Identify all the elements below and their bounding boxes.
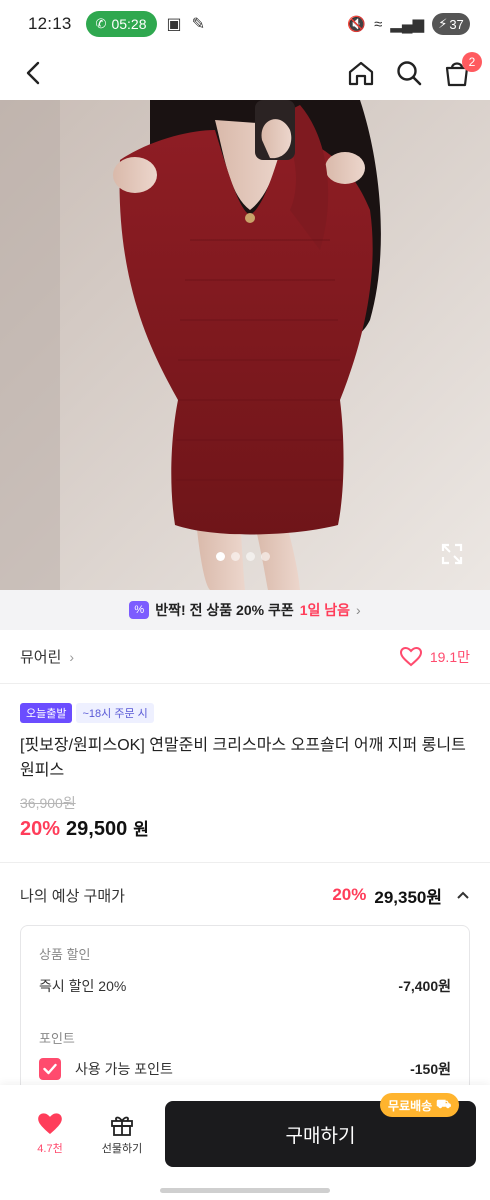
expected-price-value: 20% 29,350원 (332, 883, 470, 908)
bottom-action-bar: 4.7천 선물하기 구매하기 무료배송 ⛟ (0, 1085, 490, 1200)
heart-outline-icon (399, 646, 422, 666)
mute-icon: 🔇 (347, 16, 367, 33)
cart-count-badge: 2 (462, 52, 482, 72)
like-button[interactable]: 4.7천 (24, 1112, 76, 1156)
coupon-icon: % (129, 601, 150, 619)
instant-discount-label: 즉시 할인 20% (39, 978, 127, 994)
badge-order-cutoff: ~18시 주문 시 (76, 703, 154, 723)
carousel-dot[interactable] (261, 552, 270, 561)
chevron-right-icon: › (69, 648, 75, 665)
search-icon[interactable] (392, 56, 426, 90)
edit-icon: ✎ (191, 16, 206, 33)
home-icon[interactable] (344, 56, 378, 90)
check-icon (43, 1063, 57, 1075)
status-bar: 12:13 ✆ 05:28 ▣ ✎ 🔇 ≈ ▂▄▆ ⚡ 37 (0, 0, 490, 48)
carousel-dot[interactable] (246, 552, 255, 561)
section-points: 포인트 (39, 1031, 75, 1046)
product-title: [핏보장/원피스OK] 연말준비 크리스마스 오프숄더 어깨 지퍼 롱니트 원피… (20, 737, 466, 779)
coupon-remaining: 1일 남음 (299, 602, 351, 618)
heart-icon (38, 1113, 62, 1135)
price-breakdown-card: 상품 할인 즉시 할인 20% -7,400원 포인트 사용 가능 포인트 -1… (20, 925, 470, 1095)
phone-icon: ✆ (95, 16, 107, 31)
sale-price: 29,500 (66, 818, 128, 840)
badge-today-departure: 오늘출발 (20, 703, 73, 723)
carousel-dot[interactable] (231, 552, 240, 561)
truck-icon: ⛟ (436, 1097, 452, 1111)
bolt-icon: ⚡ (438, 16, 448, 31)
points-row: 사용 가능 포인트 -150원 (39, 1057, 451, 1081)
coupon-text: 반짝! 전 상품 20% 쿠폰 (155, 602, 294, 618)
currency-label: 원 (133, 820, 149, 839)
coupon-banner[interactable]: % 반짝! 전 상품 20% 쿠폰 1일 남음 › (0, 590, 490, 630)
chevron-right-icon: › (356, 602, 361, 618)
call-time: 05:28 (111, 16, 147, 32)
expand-icon[interactable] (440, 542, 464, 566)
price-row: 20% 29,500 원 (20, 815, 149, 841)
instant-discount-row: 즉시 할인 20% -7,400원 (39, 974, 451, 998)
expected-price-row[interactable]: 나의 예상 구매가 20% 29,350원 (20, 882, 470, 908)
call-indicator[interactable]: ✆ 05:28 (85, 11, 157, 37)
wifi-icon: ≈ (374, 15, 383, 33)
home-indicator[interactable] (160, 1188, 330, 1193)
delivery-badges: 오늘출발 ~18시 주문 시 (20, 703, 154, 723)
shop-row: 뮤어린 › 19.1만 (0, 630, 490, 684)
gift-icon (111, 1116, 133, 1136)
free-shipping-label: 무료배송 (388, 1098, 433, 1113)
back-icon[interactable] (18, 56, 52, 90)
battery-indicator: ⚡ 37 (432, 13, 470, 35)
chevron-up-icon[interactable] (456, 890, 470, 900)
product-image[interactable] (0, 100, 490, 590)
carousel-indicator (216, 552, 270, 561)
top-nav (0, 48, 490, 100)
like-count: 4.7천 (37, 1143, 63, 1155)
gift-button[interactable]: 선물하기 (92, 1112, 152, 1156)
screenshot-icon: ▣ (166, 16, 182, 33)
status-right: 🔇 ≈ ▂▄▆ ⚡ 37 (347, 13, 470, 35)
section-product-discount: 상품 할인 (39, 947, 91, 962)
signal-icon: ▂▄▆ (390, 16, 424, 33)
battery-level: 37 (449, 16, 464, 32)
expected-price: 29,350원 (374, 887, 442, 907)
expected-discount-percent: 20% (332, 885, 367, 904)
original-price: 36,900원 (20, 795, 76, 811)
product-photo (0, 100, 490, 590)
points-value: -150원 (410, 1061, 451, 1077)
gift-label: 선물하기 (101, 1143, 143, 1155)
status-time: 12:13 (28, 14, 72, 33)
shop-name[interactable]: 뮤어린 (20, 646, 61, 667)
instant-discount-value: -7,400원 (398, 978, 451, 994)
carousel-dot[interactable] (216, 552, 225, 561)
shop-like-button[interactable]: 19.1만 (399, 646, 470, 667)
points-label: 사용 가능 포인트 (75, 1061, 173, 1077)
shop-like-count: 19.1만 (429, 648, 470, 665)
expected-price-label: 나의 예상 구매가 (20, 887, 125, 905)
discount-percent: 20% (20, 818, 61, 840)
divider (0, 862, 490, 863)
free-shipping-badge: 무료배송 ⛟ (380, 1093, 460, 1117)
points-checkbox[interactable] (39, 1058, 61, 1080)
